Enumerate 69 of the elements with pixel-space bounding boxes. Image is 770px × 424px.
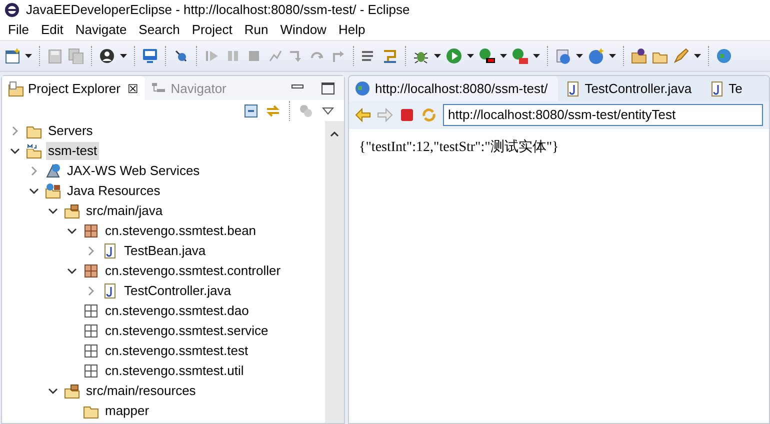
package-icon [83, 363, 99, 379]
tree-item[interactable]: cn.stevengo.ssmtest.controller [103, 262, 283, 280]
pen-icon[interactable] [673, 48, 689, 64]
menu-item[interactable]: Help [332, 20, 372, 40]
monitor-icon[interactable] [142, 48, 158, 64]
caret-icon[interactable] [120, 54, 127, 58]
menu-item[interactable]: Project [186, 20, 238, 40]
java-file-icon [102, 283, 118, 299]
editor-tab[interactable]: Te [704, 76, 752, 101]
package-icon [83, 323, 99, 339]
eclipse-logo-icon [4, 2, 20, 18]
package-icon [83, 343, 99, 359]
source-folder-icon [64, 203, 80, 219]
tree-item[interactable]: cn.stevengo.ssmtest.test [103, 342, 250, 360]
menu-item[interactable]: Window [274, 20, 332, 40]
scroll-up-icon[interactable] [330, 131, 339, 137]
menu-item[interactable]: Edit [34, 20, 70, 40]
caret-icon[interactable] [576, 54, 583, 58]
caret-icon[interactable] [609, 54, 616, 58]
run-icon[interactable] [446, 48, 462, 64]
tree-item[interactable]: JAX-WS Web Services [65, 162, 202, 180]
java-file-icon [710, 80, 724, 96]
tree-item[interactable]: TestController.java [122, 282, 233, 300]
stop-icon[interactable] [399, 107, 415, 123]
back-icon[interactable] [355, 107, 371, 123]
user-icon[interactable] [99, 48, 115, 64]
caret-icon[interactable] [467, 54, 474, 58]
caret-icon[interactable] [25, 54, 32, 58]
tree-item[interactable]: TestBean.java [122, 242, 208, 260]
menu-item[interactable]: Run [238, 20, 274, 40]
tree-item[interactable]: Java Resources [65, 182, 162, 200]
package-icon [83, 263, 99, 279]
globe-icon[interactable] [716, 48, 732, 64]
web-services-icon [45, 163, 61, 179]
caret-icon[interactable] [533, 54, 540, 58]
collapse-all-icon[interactable] [243, 103, 259, 119]
close-icon[interactable]: ☒ [128, 80, 139, 98]
new-file-icon[interactable] [4, 48, 20, 64]
package-icon [83, 303, 99, 319]
tree-item[interactable]: cn.stevengo.ssmtest.service [103, 322, 270, 340]
menu-item[interactable]: Navigate [69, 20, 133, 40]
caret-icon[interactable] [500, 54, 507, 58]
java-resources-icon [45, 183, 61, 199]
caret-icon[interactable] [434, 54, 441, 58]
tree-item[interactable]: Servers [46, 122, 95, 140]
globe-icon [355, 81, 370, 96]
package-icon [83, 223, 99, 239]
folder-icon [8, 80, 24, 96]
page-text: {"testInt":12,"testStr":"测试实体"} [359, 138, 560, 157]
editor-tab[interactable]: http://localhost:8080/ssm-test/ [349, 76, 558, 101]
project-icon [26, 143, 42, 159]
menu-item[interactable]: File [2, 20, 35, 40]
tree-item[interactable]: mapper [103, 402, 152, 420]
tree-item[interactable]: cn.stevengo.ssmtest.dao [103, 302, 251, 320]
source-folder-icon [64, 383, 80, 399]
url-field[interactable]: http://localhost:8080/ssm-test/entityTest [443, 104, 763, 126]
tree-item[interactable]: ssm-test [46, 142, 100, 160]
java-file-icon [102, 243, 118, 259]
tree-item[interactable]: src/main/resources [84, 382, 198, 400]
tree-item[interactable]: cn.stevengo.ssmtest.util [103, 362, 246, 380]
link-editor-icon[interactable] [265, 103, 281, 119]
java-file-icon [566, 80, 580, 96]
window-title: JavaEEDeveloperEclipse - http://localhost:8080/ssm-test/ - Eclipse [26, 1, 410, 20]
view-tab[interactable]: Project Explorer ☒ [2, 76, 145, 101]
caret-icon[interactable] [694, 54, 701, 58]
tree-item[interactable]: src/main/java [84, 202, 165, 220]
menu-item[interactable]: Search [132, 20, 186, 40]
editor-tab[interactable]: TestController.java [560, 76, 702, 101]
tree-item[interactable]: cn.stevengo.ssmtest.bean [103, 222, 258, 240]
